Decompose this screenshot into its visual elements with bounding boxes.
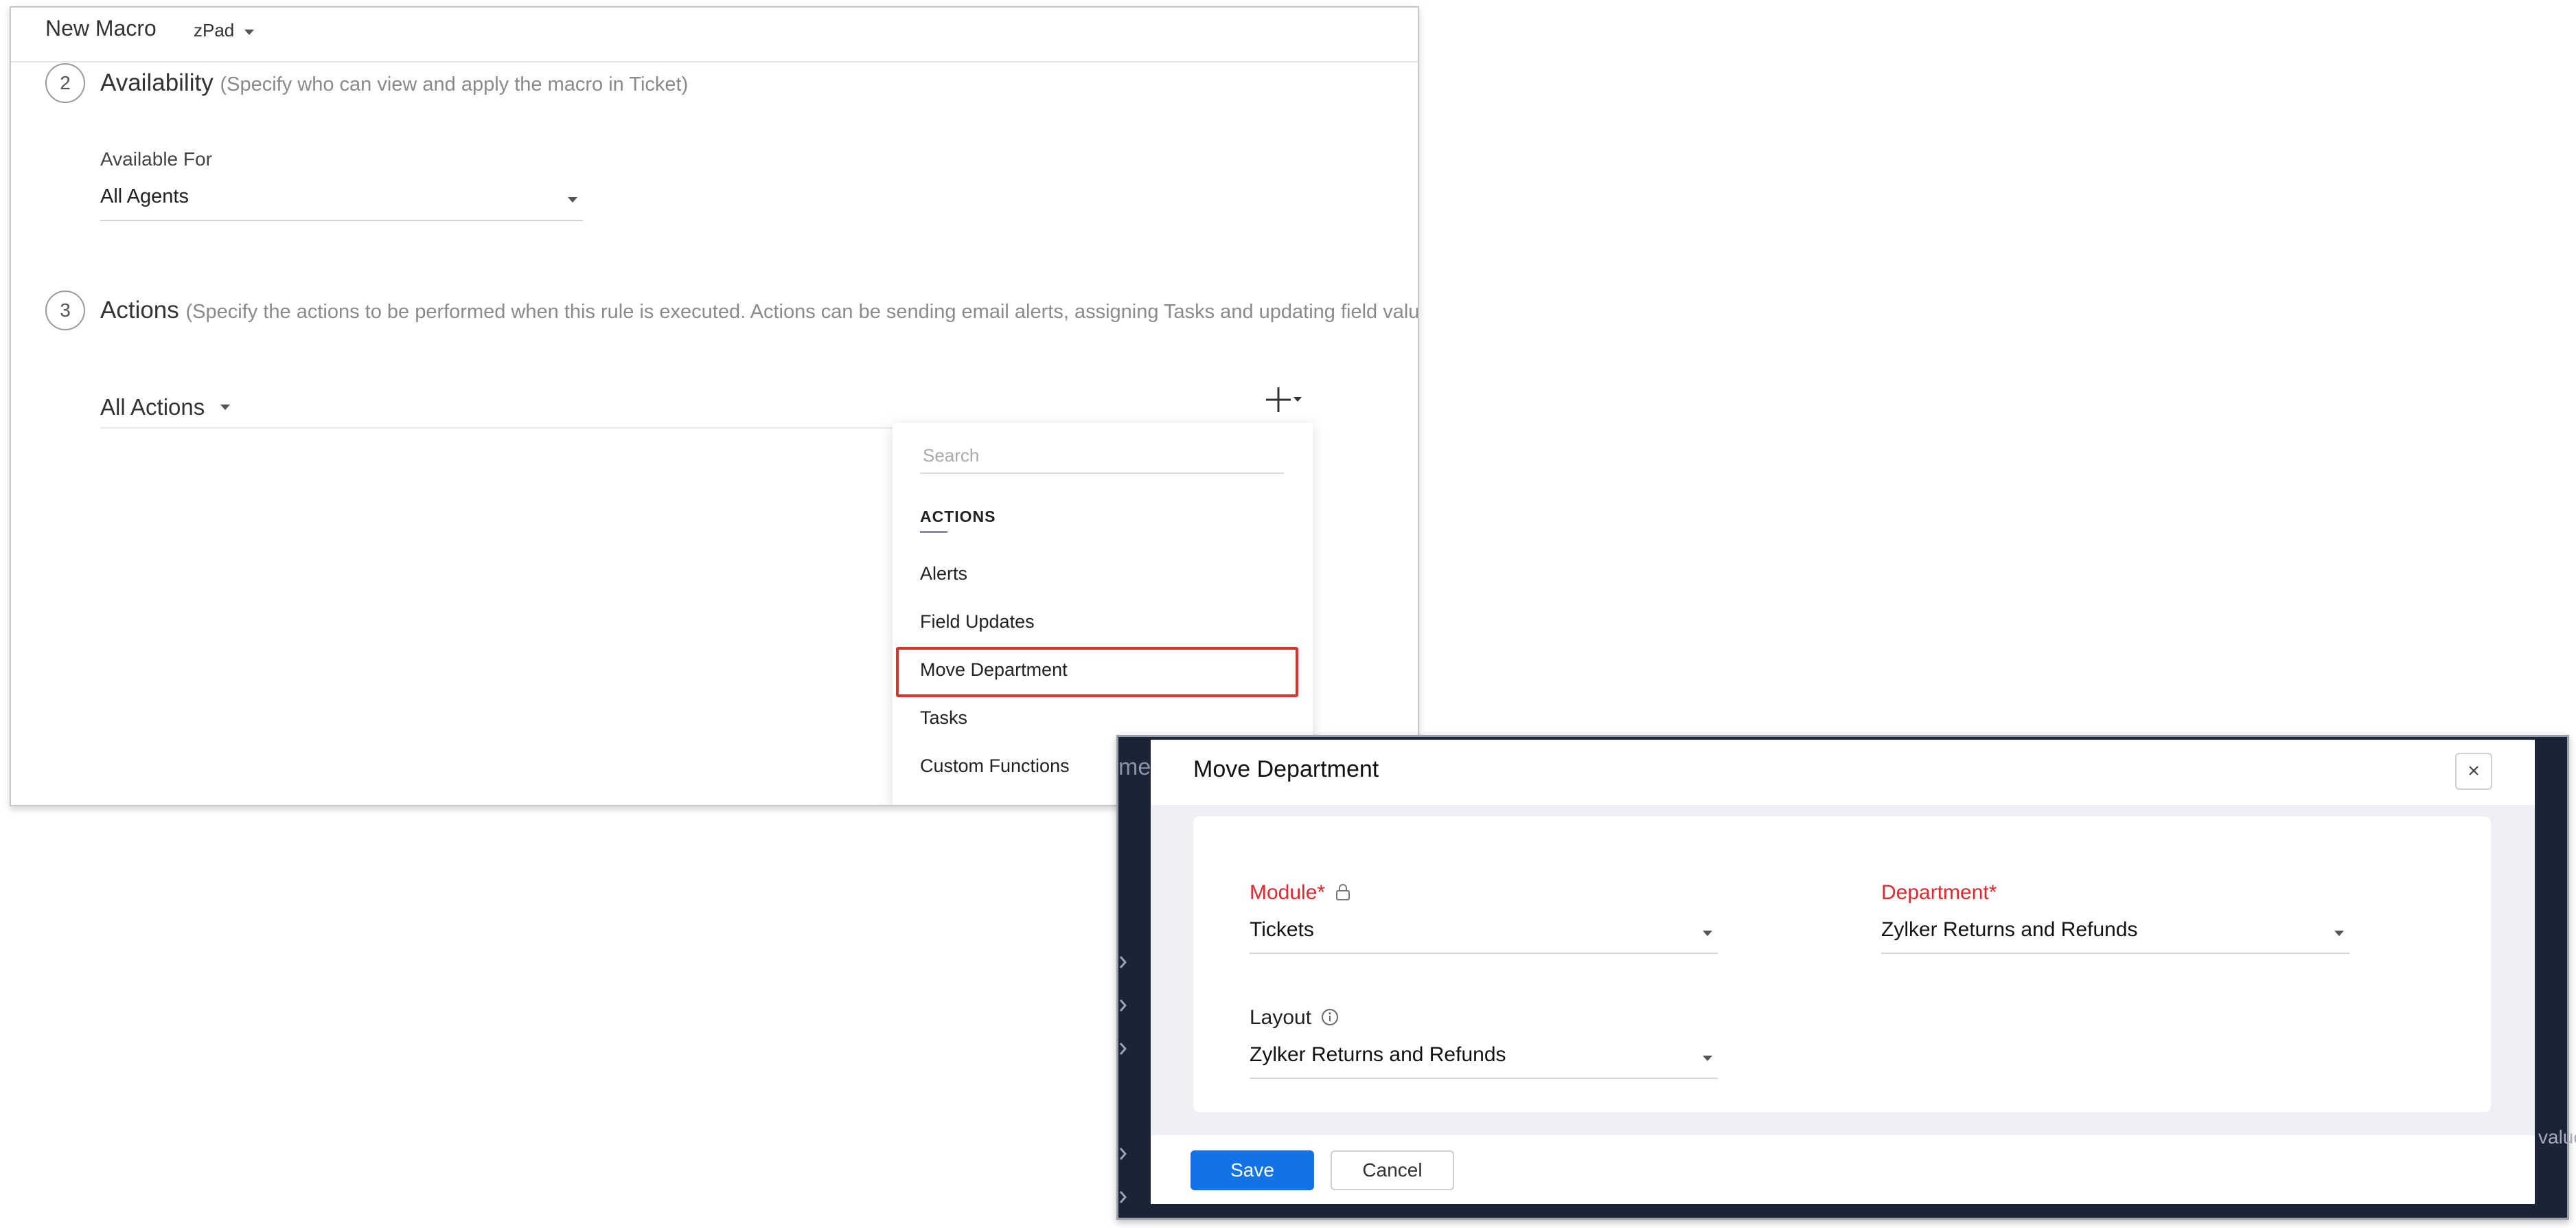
department-label: Department* xyxy=(1881,881,1997,905)
new-macro-panel: New Macro zPad 2 Availability (Specify w… xyxy=(10,6,1419,806)
move-department-dialog: Move Department × Module* Tickets Depart… xyxy=(1151,740,2535,1204)
menu-item-tasks[interactable]: Tasks xyxy=(920,707,967,729)
layout-value: Zylker Returns and Refunds xyxy=(1250,1043,1506,1066)
dialog-footer: Save Cancel xyxy=(1151,1135,2535,1204)
availability-section-title: Availability (Specify who can view and a… xyxy=(100,69,688,97)
dialog-header: Move Department × xyxy=(1151,740,2535,805)
dialog-title: Move Department xyxy=(1193,756,1379,782)
save-button[interactable]: Save xyxy=(1191,1150,1314,1190)
heading-underline xyxy=(920,531,947,533)
actions-section-title: Actions (Specify the actions to be perfo… xyxy=(100,297,1419,324)
plus-icon xyxy=(1266,387,1302,412)
actions-description: (Specify the actions to be performed whe… xyxy=(185,301,1419,323)
close-button[interactable]: × xyxy=(2455,753,2492,790)
layout-label-text: Layout xyxy=(1250,1006,1312,1029)
layout-label: Layout xyxy=(1250,1006,1339,1030)
macro-header: New Macro zPad xyxy=(11,8,1418,62)
chevron-down-icon[interactable] xyxy=(244,30,254,35)
cancel-button[interactable]: Cancel xyxy=(1331,1150,1454,1190)
available-for-label: Available For xyxy=(100,148,212,170)
department-label-text: Department xyxy=(1881,881,1989,904)
department-value: Zylker Returns and Refunds xyxy=(1881,918,2138,941)
chevron-down-icon xyxy=(1703,931,1712,936)
module-label: Module* xyxy=(1250,881,1351,905)
add-action-button[interactable] xyxy=(1265,385,1306,415)
availability-heading: Availability xyxy=(100,69,214,96)
menu-item-custom-functions[interactable]: Custom Functions xyxy=(920,755,1070,777)
search-input[interactable] xyxy=(920,438,1284,474)
divider xyxy=(100,427,904,429)
close-icon: × xyxy=(2468,760,2480,782)
department-select[interactable]: Zylker Returns and Refunds xyxy=(1881,913,2349,954)
background-fragment-text: me xyxy=(1118,754,1151,780)
step-number-availability: 2 xyxy=(45,63,85,103)
chevron-down-icon xyxy=(1703,1056,1712,1061)
page-title: New Macro xyxy=(45,16,157,41)
availability-description: (Specify who can view and apply the macr… xyxy=(220,73,689,95)
module-select[interactable]: Tickets xyxy=(1250,913,1718,954)
module-selector[interactable]: zPad xyxy=(194,20,234,41)
actions-heading: Actions xyxy=(100,297,179,323)
menu-item-alerts[interactable]: Alerts xyxy=(920,563,967,584)
step-number-actions: 3 xyxy=(45,291,85,330)
lock-icon xyxy=(1336,884,1350,900)
available-for-value: All Agents xyxy=(100,185,189,207)
module-value: Tickets xyxy=(1250,918,1314,941)
menu-item-field-updates[interactable]: Field Updates xyxy=(920,611,1035,633)
layout-select[interactable]: Zylker Returns and Refunds xyxy=(1250,1038,1718,1079)
module-label-text: Module xyxy=(1250,881,1318,904)
background-fragment-text: value xyxy=(2538,1126,2576,1148)
chevron-down-icon xyxy=(568,197,577,203)
menu-item-move-department[interactable]: Move Department xyxy=(920,659,1068,681)
chevron-down-icon xyxy=(2334,931,2344,936)
all-actions-filter[interactable]: All Actions xyxy=(100,394,205,420)
info-icon[interactable] xyxy=(1321,1008,1339,1026)
chevron-down-icon[interactable] xyxy=(220,405,230,410)
actions-heading-label: ACTIONS xyxy=(920,508,996,525)
required-marker: * xyxy=(1988,881,1997,904)
dialog-form-card: Module* Tickets Department* Zylker Retur… xyxy=(1193,817,2491,1112)
required-marker: * xyxy=(1317,881,1326,904)
available-for-select[interactable]: All Agents xyxy=(100,180,583,221)
